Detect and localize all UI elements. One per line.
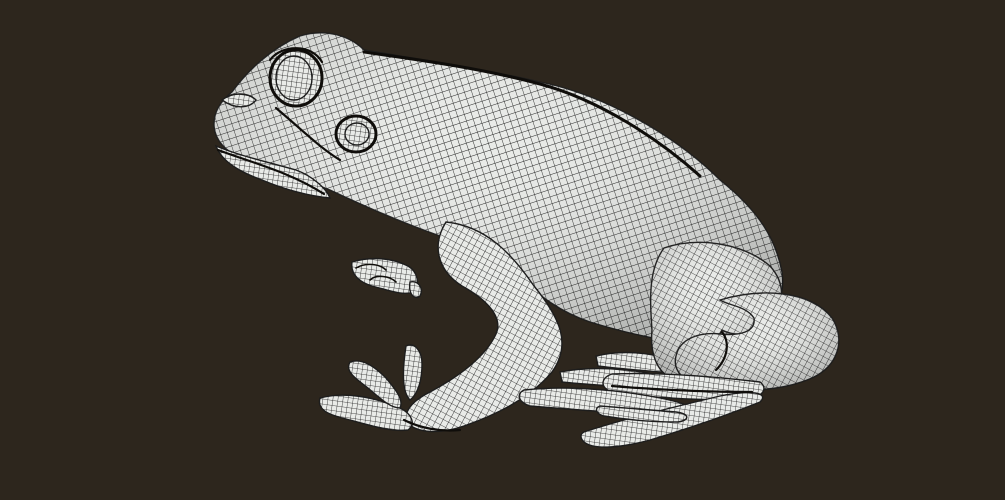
frog-wireframe-icon <box>0 0 1005 500</box>
eye <box>268 47 324 108</box>
ear-tympanum <box>334 114 378 154</box>
render-viewport <box>0 0 1005 500</box>
